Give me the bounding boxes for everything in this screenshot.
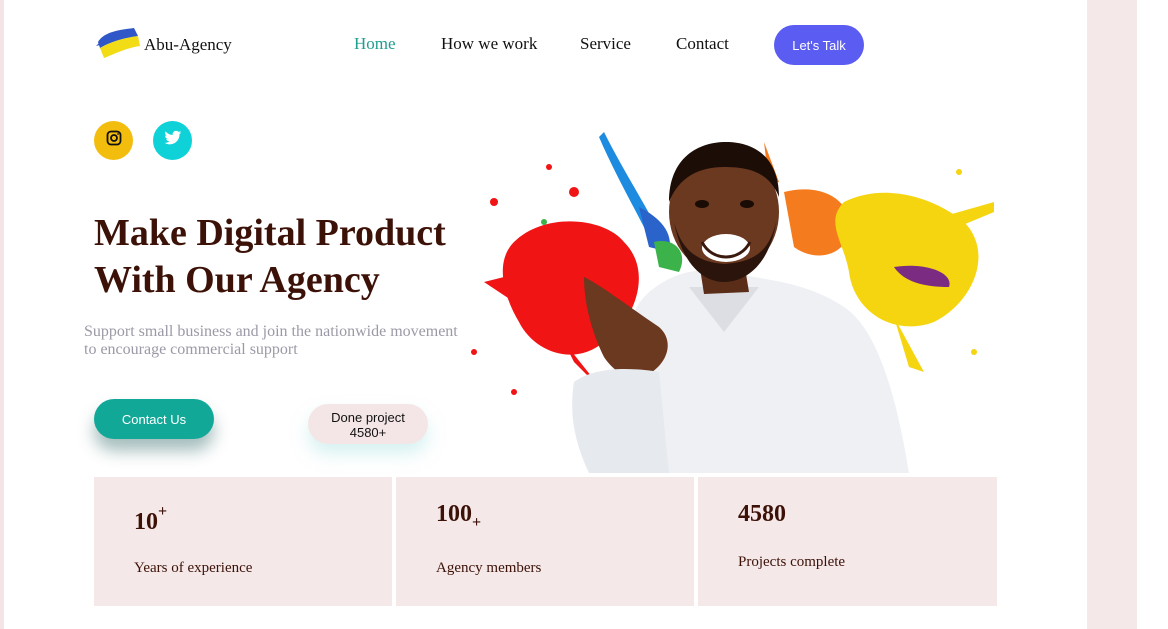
twitter-icon bbox=[163, 130, 182, 151]
stat-label: Agency members bbox=[436, 560, 542, 576]
hero-title: Make Digital Product With Our Agency bbox=[94, 210, 494, 304]
stat-label: Years of experience bbox=[134, 560, 253, 576]
hero-image bbox=[454, 112, 994, 473]
right-margin bbox=[1137, 0, 1168, 629]
nav-home[interactable]: Home bbox=[354, 34, 396, 54]
nav-how-we-work[interactable]: How we work bbox=[441, 34, 537, 54]
twitter-button[interactable] bbox=[153, 121, 192, 160]
flag-logo-icon bbox=[96, 26, 142, 60]
stat-value: 10+ bbox=[134, 503, 168, 535]
lets-talk-button[interactable]: Let's Talk bbox=[774, 25, 864, 65]
done-project-label: Done project bbox=[331, 410, 405, 425]
left-edge-strip bbox=[0, 0, 4, 629]
instagram-icon bbox=[106, 130, 122, 151]
stat-value: 100+ bbox=[436, 501, 482, 531]
instagram-button[interactable] bbox=[94, 121, 133, 160]
nav-service[interactable]: Service bbox=[580, 34, 631, 54]
brand-logo[interactable]: Abu-Agency bbox=[96, 26, 232, 60]
stat-value: 4580 bbox=[738, 501, 786, 527]
stat-label: Projects complete bbox=[738, 554, 846, 570]
contact-us-button[interactable]: Contact Us bbox=[94, 399, 214, 439]
stat-card-experience: 10+ Years of experience bbox=[94, 477, 392, 606]
right-side-panel bbox=[1087, 0, 1137, 629]
nav-contact[interactable]: Contact bbox=[676, 34, 729, 54]
done-project-badge: Done project 4580+ bbox=[308, 404, 428, 444]
hero-subtitle: Support small business and join the nati… bbox=[84, 323, 458, 358]
stat-card-members: 100+ Agency members bbox=[396, 477, 694, 606]
stat-card-projects: 4580 Projects complete bbox=[698, 477, 997, 606]
hero-title-line1: Make Digital Product bbox=[94, 212, 446, 254]
done-project-count: 4580+ bbox=[349, 425, 387, 440]
brand-name: Abu-Agency bbox=[144, 35, 232, 54]
hero-title-line2: With Our Agency bbox=[94, 259, 380, 301]
